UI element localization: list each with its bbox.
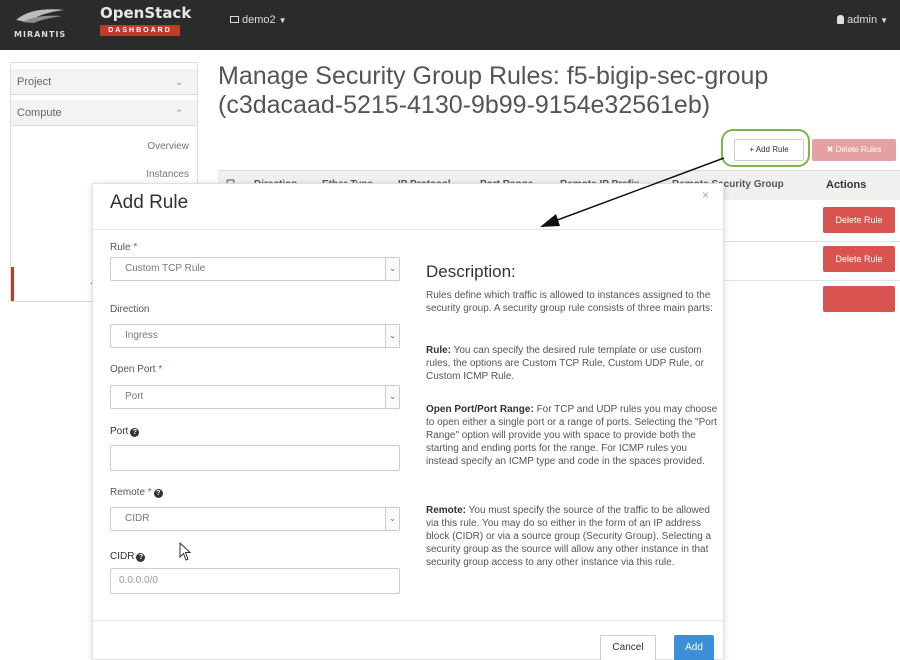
open-port-select-value: Port: [125, 391, 144, 402]
row-divider: [720, 241, 900, 242]
remote-label: Remote *?: [110, 487, 163, 498]
modal-footer-divider: [93, 620, 723, 621]
row-divider: [720, 280, 900, 281]
project-icon: [230, 16, 239, 23]
chevron-down-icon: ⌄: [175, 77, 183, 87]
cidr-label: CIDR?: [110, 551, 146, 562]
sidebar-item-compute[interactable]: Compute ⌃: [11, 100, 197, 126]
project-name: demo2: [242, 14, 276, 26]
close-icon: ✖: [826, 145, 834, 154]
sidebar-item-instances[interactable]: Instances: [146, 169, 189, 180]
rule-select-value: Custom TCP Rule: [125, 263, 206, 274]
delete-rules-label: Delete Rules: [835, 145, 882, 154]
help-icon[interactable]: ?: [136, 553, 146, 562]
remote-select-value: CIDR: [125, 513, 150, 524]
help-icon[interactable]: ?: [130, 428, 140, 437]
chevron-up-icon: ⌃: [175, 108, 183, 118]
active-item-marker: [11, 267, 14, 301]
add-button[interactable]: Add: [674, 635, 714, 660]
chevron-down-icon: ⌄: [385, 258, 399, 280]
open-port-select[interactable]: Port ⌄: [110, 385, 400, 409]
user-menu[interactable]: admin ▼: [837, 14, 888, 26]
brand-company: MIRANTIS: [14, 30, 67, 39]
delete-rule-button[interactable]: Delete Rule: [823, 207, 895, 233]
sidebar-item-label: Project: [17, 76, 52, 88]
description-rule: Rule: You can specify the desired rule t…: [426, 345, 704, 382]
user-name: admin: [847, 14, 878, 26]
screenshot-root: MIRANTIS OpenStack DASHBOARD demo2 ▼ admi…: [0, 0, 900, 660]
port-label: Port?: [110, 426, 140, 437]
cancel-button[interactable]: Cancel: [600, 635, 656, 660]
rule-select[interactable]: Custom TCP Rule ⌄: [110, 257, 400, 281]
mirantis-logo-icon: [16, 9, 64, 23]
chevron-down-icon: ⌄: [385, 508, 399, 530]
description-intro: Rules define which traffic is allowed to…: [426, 290, 713, 314]
delete-rule-button[interactable]: Delete Rule: [823, 246, 895, 272]
open-port-label: Open Port *: [110, 364, 163, 375]
sidebar-item-project[interactable]: Project ⌄: [11, 69, 197, 95]
close-icon[interactable]: ×: [702, 188, 709, 202]
top-navbar: MIRANTIS OpenStack DASHBOARD demo2 ▼ admi…: [0, 0, 900, 50]
required-marker: *: [158, 364, 163, 375]
header-actions: Actions: [826, 179, 867, 191]
sidebar-item-overview[interactable]: Overview: [147, 141, 189, 152]
project-selector[interactable]: demo2 ▼: [230, 14, 287, 26]
required-marker: *: [147, 487, 152, 498]
delete-rules-button[interactable]: ✖ Delete Rules: [812, 139, 896, 161]
user-icon: [837, 15, 845, 24]
direction-select[interactable]: Ingress ⌄: [110, 324, 400, 348]
direction-label: Direction: [110, 304, 150, 315]
delete-rule-button[interactable]: [823, 286, 895, 312]
modal-title: Add Rule: [110, 192, 189, 213]
brand-product: OpenStack: [100, 4, 192, 22]
description-heading: Description:: [426, 262, 516, 281]
brand-sub: DASHBOARD: [100, 25, 180, 36]
direction-select-value: Ingress: [125, 330, 158, 341]
chevron-down-icon: ⌄: [385, 325, 399, 347]
rule-label: Rule *: [110, 242, 138, 253]
description-port: Open Port/Port Range: For TCP and UDP ru…: [426, 404, 718, 467]
chevron-down-icon: ▼: [880, 16, 888, 25]
required-marker: *: [133, 242, 138, 253]
add-rule-modal: Add Rule × Rule * Custom TCP Rule ⌄ Dire…: [92, 183, 724, 660]
sidebar-item-label: Compute: [17, 107, 62, 119]
description-remote: Remote: You must specify the source of t…: [426, 505, 712, 568]
page-title: Manage Security Group Rules: f5-bigip-se…: [218, 62, 769, 119]
highlight-annotation: [721, 129, 810, 167]
chevron-down-icon: ⌄: [385, 386, 399, 408]
remote-select[interactable]: CIDR ⌄: [110, 507, 400, 531]
brand-logo[interactable]: MIRANTIS OpenStack DASHBOARD: [0, 0, 200, 50]
help-icon[interactable]: ?: [153, 489, 163, 498]
chevron-down-icon: ▼: [278, 16, 287, 25]
modal-header-divider: [93, 229, 723, 230]
port-input[interactable]: [110, 445, 400, 471]
cidr-input[interactable]: 0.0.0.0/0: [110, 568, 400, 594]
